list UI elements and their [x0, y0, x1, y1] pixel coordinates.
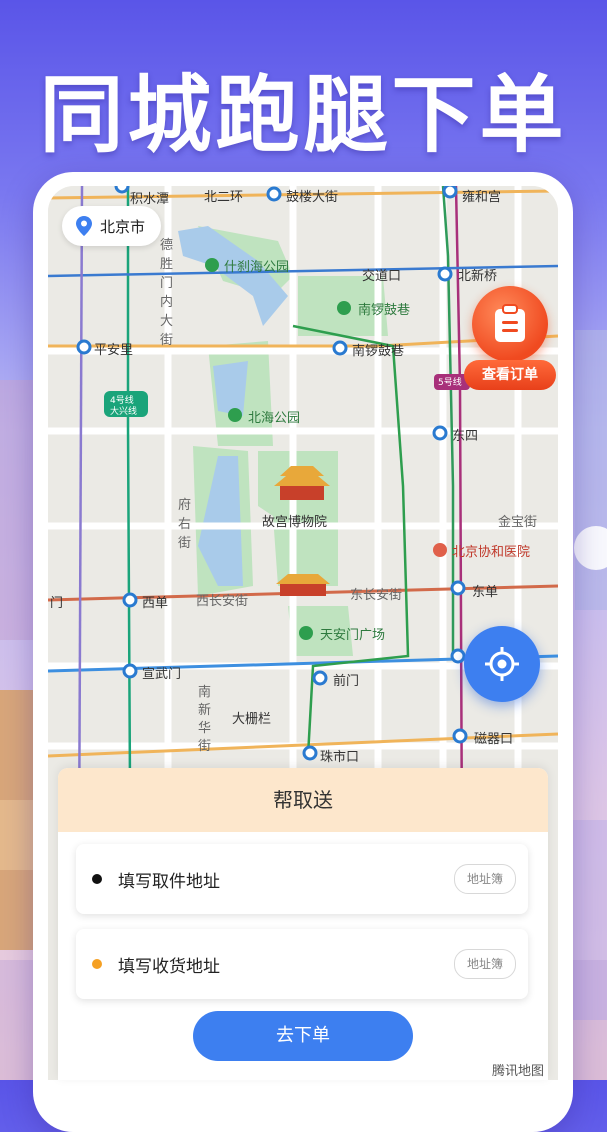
- map-label: 金宝街: [498, 515, 538, 530]
- map-label: 5号线: [438, 378, 462, 388]
- pickup-address-field[interactable]: 填写取件地址 地址簿: [76, 844, 528, 914]
- map-label: 府右街: [178, 498, 192, 551]
- order-panel: 帮取送 填写取件地址 地址簿 填写收货地址 地址簿 去下单: [58, 768, 548, 1080]
- map-label: 门: [50, 596, 64, 611]
- map-label: 东单: [472, 585, 499, 600]
- delivery-address-field[interactable]: 填写收货地址 地址簿: [76, 929, 528, 999]
- map-label: 南新华街: [198, 685, 212, 754]
- location-pin-icon: [76, 216, 92, 236]
- map-label: 天安门广场: [320, 628, 386, 643]
- map-label: 西单: [142, 596, 169, 611]
- map-label: 东长安街: [350, 588, 403, 603]
- delivery-address-book-button[interactable]: 地址簿: [454, 949, 516, 979]
- view-orders-button[interactable]: 查看订单: [464, 286, 556, 396]
- map-label: 东四: [452, 429, 479, 444]
- orders-badge: [472, 286, 548, 362]
- map-label: 北京协和医院: [452, 545, 531, 560]
- map-label: 磁器口: [474, 732, 514, 747]
- pickup-address-book-button[interactable]: 地址簿: [454, 864, 516, 894]
- city-name: 北京市: [100, 217, 146, 236]
- map-label: 交道口: [362, 269, 402, 284]
- map-label: 前门: [333, 674, 360, 689]
- view-orders-label: 查看订单: [464, 360, 556, 390]
- locate-me-button[interactable]: [464, 626, 540, 702]
- place-order-button[interactable]: 去下单: [193, 1011, 413, 1061]
- crosshair-icon: [485, 647, 519, 681]
- map-label: 什刹海公园: [224, 260, 290, 275]
- map-label: 西长安街: [196, 594, 249, 609]
- pickup-address-placeholder: 填写取件地址: [118, 871, 220, 892]
- map-label: 积水潭: [130, 192, 170, 207]
- map-watermark: 腾讯地图: [492, 1064, 545, 1079]
- pickup-dot-icon: [92, 874, 102, 884]
- headline: 同城跑腿下单: [39, 66, 568, 164]
- map-label: 鼓楼大街: [286, 190, 339, 205]
- panel-title: 帮取送: [58, 768, 548, 832]
- map-label: 德胜门内大街: [160, 238, 174, 348]
- map-label: 南锣鼓巷: [352, 344, 405, 359]
- map-label: 北新桥: [458, 269, 498, 284]
- map-label: 南锣鼓巷: [358, 303, 411, 318]
- map-label: 宣武门: [142, 667, 182, 682]
- map-label: 北海公园: [248, 411, 301, 426]
- map-label: 大兴线: [110, 407, 138, 417]
- map-label: 平安里: [94, 343, 134, 358]
- map-label: 雍和宫: [462, 190, 502, 205]
- map-label: 珠市口: [320, 750, 360, 765]
- map-label: 大栅栏: [232, 712, 272, 727]
- delivery-address-placeholder: 填写收货地址: [118, 956, 220, 977]
- map-label: 故宫博物院: [262, 515, 328, 530]
- clipboard-icon: [495, 304, 525, 342]
- delivery-dot-icon: [92, 959, 102, 969]
- map-label: 北二环: [204, 190, 244, 205]
- city-selector[interactable]: 北京市: [62, 206, 162, 246]
